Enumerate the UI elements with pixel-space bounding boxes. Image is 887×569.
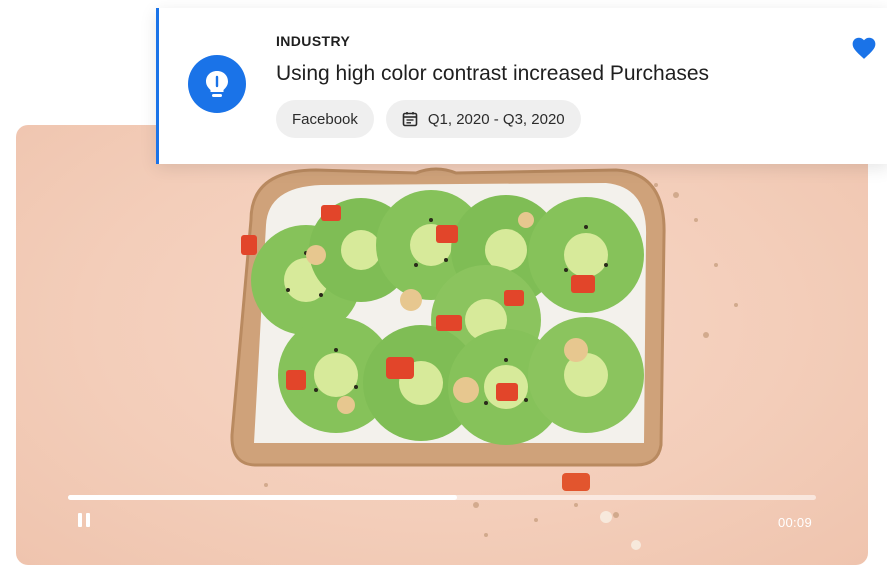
pause-icon [78, 513, 82, 527]
heart-icon[interactable] [851, 36, 877, 60]
video-progress-fill [68, 495, 457, 500]
video-progress-bar[interactable] [68, 495, 816, 500]
insight-chips: Facebook Q1, 2020 - Q3, 2020 [276, 100, 581, 138]
insight-title: Using high color contrast increased Purc… [276, 62, 710, 85]
platform-chip[interactable]: Facebook [276, 100, 374, 138]
platform-chip-label: Facebook [292, 110, 358, 128]
pause-icon-bar [86, 513, 90, 527]
insight-card: INDUSTRY Using high color contrast incre… [156, 8, 887, 164]
date-range-chip-label: Q1, 2020 - Q3, 2020 [427, 110, 565, 128]
pause-button[interactable] [78, 513, 94, 531]
video-timestamp: 00:09 [777, 515, 812, 530]
date-range-chip[interactable]: Q1, 2020 - Q3, 2020 [385, 100, 581, 138]
lightbulb-icon [188, 55, 246, 113]
insight-category: INDUSTRY [276, 33, 351, 49]
video-player[interactable]: 00:09 [16, 125, 868, 565]
calendar-icon [402, 112, 418, 127]
